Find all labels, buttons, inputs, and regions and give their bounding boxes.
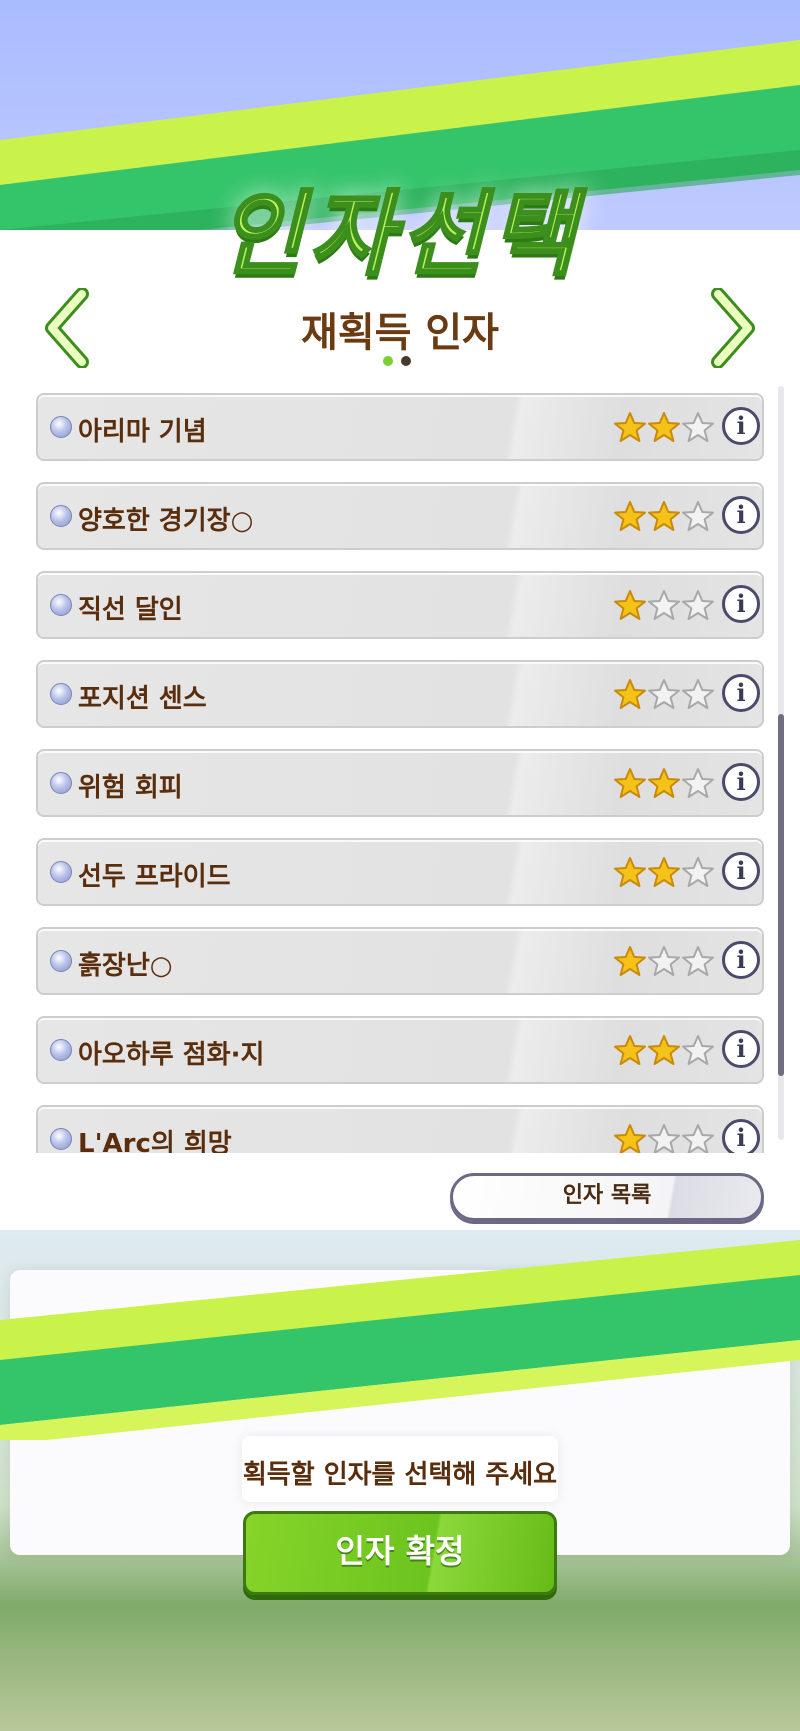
radio-button-icon[interactable]	[50, 1039, 72, 1061]
scrollbar-thumb[interactable]	[778, 714, 784, 1076]
star-rating	[613, 856, 715, 890]
factor-list-button[interactable]: 인자 목록	[450, 1173, 764, 1221]
star-rating	[613, 411, 715, 445]
star-empty-icon	[648, 946, 680, 976]
star-rating	[613, 678, 715, 712]
star-empty-icon	[682, 946, 714, 976]
star-rating	[613, 945, 715, 979]
radio-button-icon[interactable]	[50, 1128, 72, 1150]
factor-label: 위험 회피	[78, 773, 183, 803]
star-filled-icon	[614, 679, 646, 709]
factor-list: 아리마 기념 i 양호한 경기장○ i 직선 달인 i 포지션 센스 i 위험 회피 i 선두 프라…	[34, 393, 766, 1153]
info-icon[interactable]: i	[722, 674, 760, 712]
star-empty-icon	[682, 1124, 714, 1153]
factor-label: 아리마 기념	[78, 417, 207, 447]
factor-label: 직선 달인	[78, 595, 183, 625]
star-filled-icon	[648, 768, 680, 798]
star-rating	[613, 767, 715, 801]
factor-row[interactable]: 직선 달인 i	[36, 571, 764, 639]
bottom-stripe-decoration	[0, 1240, 800, 1440]
star-filled-icon	[614, 1124, 646, 1153]
page-indicator	[383, 356, 411, 368]
selection-prompt: 획득할 인자를 선택해 주세요	[242, 1460, 558, 1490]
info-icon[interactable]: i	[722, 1030, 760, 1068]
next-page-arrow-icon[interactable]	[708, 288, 758, 368]
star-empty-icon	[682, 590, 714, 620]
page-dot-active	[383, 356, 393, 366]
info-icon[interactable]: i	[722, 763, 760, 801]
confirm-factor-button[interactable]: 인자 확정	[243, 1511, 557, 1595]
factor-row[interactable]: L'Arc의 희망 i	[36, 1105, 764, 1153]
factor-row[interactable]: 포지션 센스 i	[36, 660, 764, 728]
screen-title: 인자선택	[217, 180, 582, 290]
star-empty-icon	[682, 857, 714, 887]
star-filled-icon	[648, 857, 680, 887]
info-icon[interactable]: i	[722, 407, 760, 445]
star-empty-icon	[648, 590, 680, 620]
star-filled-icon	[614, 946, 646, 976]
info-icon[interactable]: i	[722, 585, 760, 623]
star-rating	[613, 500, 715, 534]
star-filled-icon	[614, 768, 646, 798]
radio-button-icon[interactable]	[50, 683, 72, 705]
factor-label: 아오하루 점화·지	[78, 1040, 265, 1070]
factor-row[interactable]: 위험 회피 i	[36, 749, 764, 817]
factor-label: 흙장난○	[78, 951, 173, 981]
radio-button-icon[interactable]	[50, 594, 72, 616]
star-rating	[613, 589, 715, 623]
star-filled-icon	[648, 412, 680, 442]
page-dot-inactive	[401, 356, 411, 366]
star-filled-icon	[614, 857, 646, 887]
star-filled-icon	[614, 501, 646, 531]
star-empty-icon	[682, 412, 714, 442]
info-icon[interactable]: i	[722, 852, 760, 890]
star-empty-icon	[682, 1035, 714, 1065]
star-filled-icon	[614, 412, 646, 442]
factor-label: L'Arc의 희망	[78, 1129, 232, 1153]
star-empty-icon	[648, 679, 680, 709]
star-filled-icon	[614, 590, 646, 620]
star-rating	[613, 1034, 715, 1068]
factor-row[interactable]: 선두 프라이드 i	[36, 838, 764, 906]
info-icon[interactable]: i	[722, 1119, 760, 1153]
star-filled-icon	[648, 501, 680, 531]
star-empty-icon	[648, 1124, 680, 1153]
radio-button-icon[interactable]	[50, 772, 72, 794]
star-rating	[613, 1123, 715, 1153]
star-empty-icon	[682, 768, 714, 798]
star-filled-icon	[648, 1035, 680, 1065]
factor-label: 포지션 센스	[78, 684, 207, 714]
star-empty-icon	[682, 679, 714, 709]
factor-row[interactable]: 아오하루 점화·지 i	[36, 1016, 764, 1084]
radio-button-icon[interactable]	[50, 416, 72, 438]
factor-row[interactable]: 흙장난○ i	[36, 927, 764, 995]
star-filled-icon	[614, 1035, 646, 1065]
info-icon[interactable]: i	[722, 941, 760, 979]
radio-button-icon[interactable]	[50, 950, 72, 972]
section-subtitle: 재획득 인자	[301, 310, 499, 356]
factor-label: 선두 프라이드	[78, 862, 231, 892]
radio-button-icon[interactable]	[50, 861, 72, 883]
factor-label: 양호한 경기장○	[78, 506, 254, 536]
radio-button-icon[interactable]	[50, 505, 72, 527]
star-empty-icon	[682, 501, 714, 531]
factor-row[interactable]: 아리마 기념 i	[36, 393, 764, 461]
factor-row[interactable]: 양호한 경기장○ i	[36, 482, 764, 550]
info-icon[interactable]: i	[722, 496, 760, 534]
